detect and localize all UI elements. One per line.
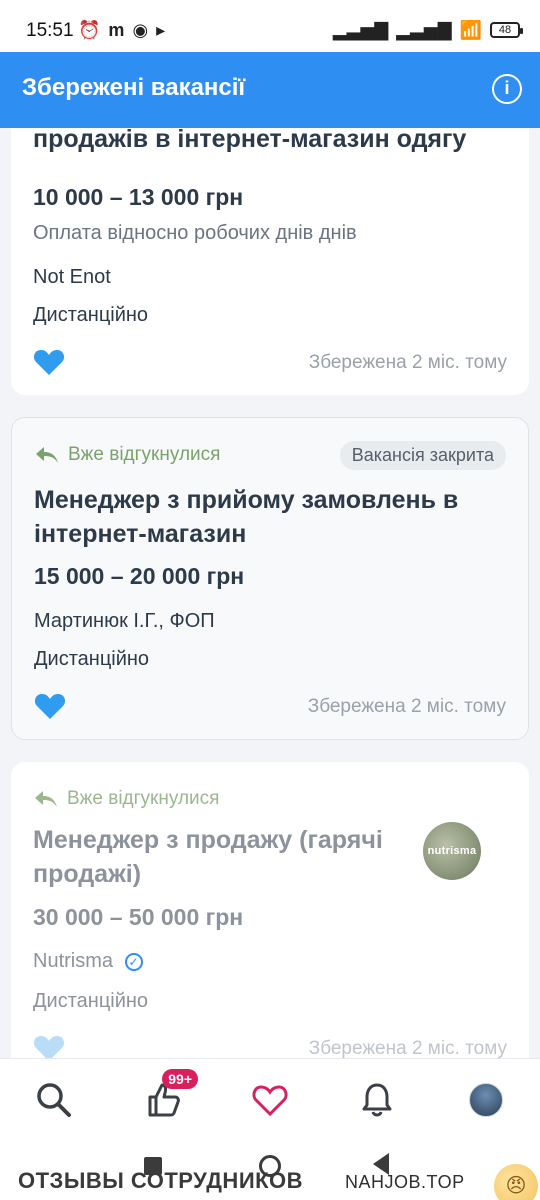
- vacancy-title[interactable]: Менеджер з продажу (гарячі продажі): [33, 823, 389, 891]
- status-time: 15:51: [26, 20, 74, 41]
- status-right-icons: ▂▃▅▇ ▂▃▅▇ 📶 48: [332, 20, 523, 40]
- vacancy-card[interactable]: Вже відгукнулися Вакансія закрита Менедж…: [11, 417, 529, 740]
- page-title: Збережені вакансії: [22, 74, 246, 101]
- signal-icon: ▂▃▅▇: [332, 20, 389, 40]
- nav-profile[interactable]: [461, 1075, 511, 1125]
- system-navigation: ОТЗЫВЫ СОТРУДНИКОВ NAHJOB.TOP 😠: [0, 1138, 540, 1200]
- m-icon: m: [108, 20, 125, 40]
- wifi-icon: 📶: [459, 20, 482, 40]
- saved-vacancies-list: Менеджер по роботі з клієнтами, з продаж…: [0, 128, 540, 1058]
- location: Дистанційно: [33, 304, 149, 326]
- heart-icon[interactable]: [33, 1034, 65, 1058]
- nav-search[interactable]: [29, 1075, 79, 1125]
- signal-icon-2: ▂▃▅▇: [396, 20, 452, 40]
- status-bar: 15:51 ⏰ m ◉ ▸ ▂▃▅▇ ▂▃▅▇ 📶 48: [0, 0, 540, 52]
- app-bar: Збережені вакансії i: [0, 52, 540, 128]
- replied-label: Вже відгукнулися: [67, 788, 220, 809]
- company-logo: nutrisma: [423, 822, 481, 880]
- nav-applications[interactable]: 99+: [138, 1069, 198, 1125]
- company-name: Мартинюк І.Г., ФОП: [34, 610, 215, 632]
- saved-time: Збережена 2 міс. тому: [308, 1038, 507, 1058]
- chrome-icon: ◉: [132, 20, 149, 40]
- bottom-navigation: 99+: [0, 1058, 540, 1138]
- saved-time: Збережена 2 міс. тому: [308, 352, 507, 373]
- watermark-right: NAHJOB.TOP: [345, 1172, 465, 1192]
- replied-badge: Вже відгукнулися: [34, 444, 220, 466]
- salary: 30 000 – 50 000 грн: [33, 904, 244, 930]
- company-name: Nutrisma ✓: [33, 950, 143, 973]
- company-name: Not Enot: [33, 266, 111, 288]
- search-icon: [37, 1083, 71, 1117]
- info-icon[interactable]: i: [492, 74, 522, 104]
- vacancy-card[interactable]: Менеджер по роботі з клієнтами, з продаж…: [11, 128, 529, 395]
- status-left-icons: ⏰ m ◉ ▸: [78, 20, 165, 40]
- vacancy-closed-tag: Вакансія закрита: [339, 441, 506, 470]
- play-icon: ▸: [156, 20, 166, 40]
- location: Дистанційно: [34, 648, 150, 670]
- profile-avatar: [469, 1083, 503, 1117]
- notifications-badge: 99+: [162, 1069, 198, 1089]
- replied-label: Вже відгукнулися: [68, 444, 221, 465]
- angry-face-icon: 😠: [494, 1164, 538, 1200]
- salary: 15 000 – 20 000 грн: [34, 563, 245, 589]
- nav-saved[interactable]: [245, 1075, 295, 1125]
- battery-indicator: 48: [490, 22, 523, 38]
- salary-note: Оплата відносно робочих днів днів: [33, 222, 357, 244]
- reply-icon: [36, 447, 58, 463]
- vacancy-card[interactable]: Вже відгукнулися Менеджер з продажу (гар…: [11, 762, 529, 1058]
- watermark-left: ОТЗЫВЫ СОТРУДНИКОВ: [18, 1168, 304, 1193]
- nav-notifications[interactable]: [352, 1075, 402, 1125]
- vacancy-title[interactable]: Менеджер по роботі з клієнтами, з продаж…: [33, 128, 507, 156]
- heart-icon[interactable]: [34, 692, 66, 720]
- verified-icon: ✓: [124, 952, 143, 971]
- heart-icon[interactable]: [33, 348, 65, 376]
- company-name-text: Nutrisma: [33, 950, 114, 972]
- reply-icon: [35, 791, 57, 807]
- bell-icon: [362, 1083, 392, 1117]
- salary: 10 000 – 13 000 грн: [33, 184, 244, 210]
- alarm-icon: ⏰: [78, 20, 101, 40]
- location: Дистанційно: [33, 990, 149, 1012]
- replied-badge: Вже відгукнулися: [33, 788, 219, 810]
- vacancy-title[interactable]: Менеджер з прийому замовлень в інтернет-…: [34, 483, 506, 551]
- heart-outline-icon: [252, 1085, 288, 1117]
- saved-time: Збережена 2 міс. тому: [307, 696, 506, 717]
